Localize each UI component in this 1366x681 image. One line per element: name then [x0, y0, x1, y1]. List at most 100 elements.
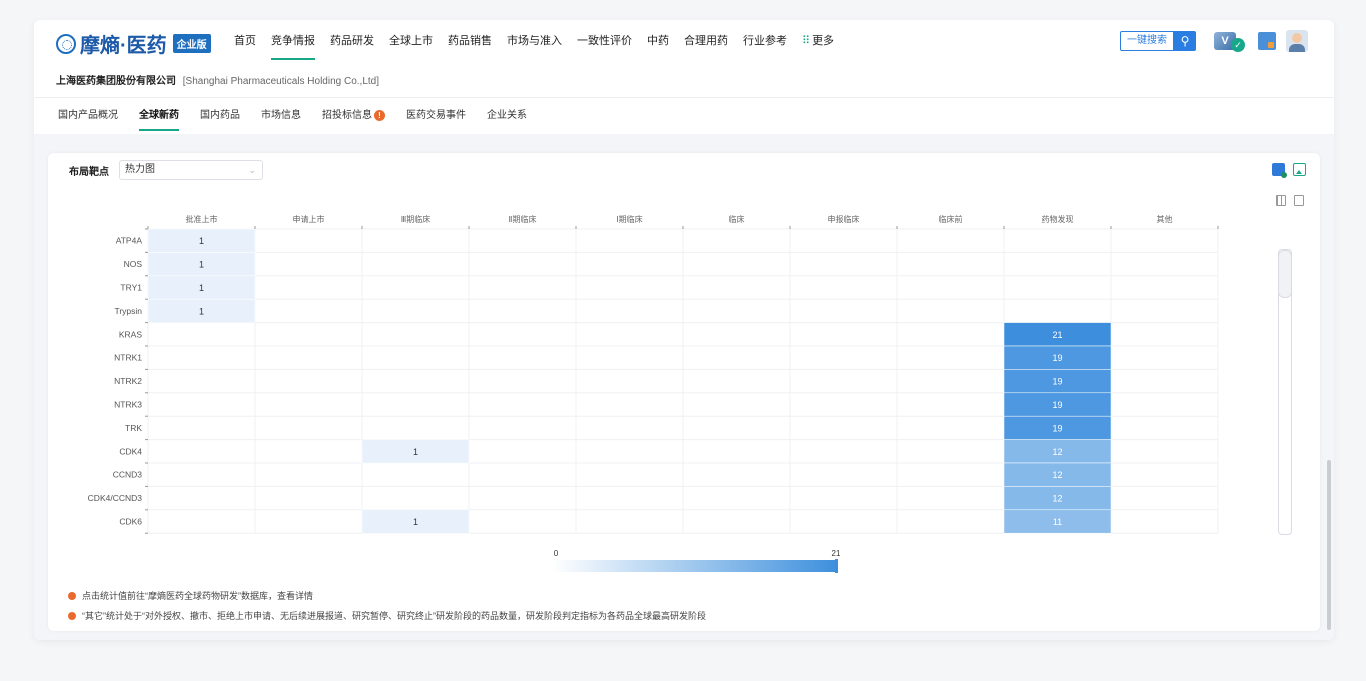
- x-tick-label: 药物发现: [1042, 214, 1074, 224]
- excel-export-icon[interactable]: [1272, 163, 1287, 178]
- note-1: 点击统计值前往“摩熵医药全球药物研发”数据库，查看详情: [68, 589, 706, 602]
- cell-value[interactable]: 12: [1052, 470, 1062, 480]
- y-tick-label: NTRK3: [114, 400, 142, 410]
- subtab-5[interactable]: 医药交易事件: [406, 98, 466, 134]
- chart-scroll-thumb[interactable]: [1278, 250, 1292, 298]
- y-tick-label: CCND3: [113, 470, 143, 480]
- cell-value[interactable]: 19: [1052, 400, 1062, 410]
- x-tick-label: 临床前: [939, 214, 963, 224]
- visual-map-handle[interactable]: [835, 559, 838, 573]
- chevron-down-icon: ⌄: [248, 165, 256, 175]
- company-title: 上海医药集团股份有限公司 [Shanghai Pharmaceuticals H…: [56, 72, 379, 87]
- subtab-4[interactable]: 招投标信息!: [322, 98, 385, 134]
- quick-search-button[interactable]: 一键搜索 ⚲: [1120, 31, 1196, 51]
- cell-value[interactable]: 12: [1052, 494, 1062, 504]
- note-2-text: “其它”统计处于“对外授权、撤市、拒绝上市申请、无后续进展报道、研究暂停、研究终…: [82, 611, 706, 621]
- cell-value[interactable]: 1: [413, 517, 418, 527]
- nav-item-1[interactable]: 竞争情报: [271, 20, 315, 62]
- nav-item-more[interactable]: ⠿ 更多: [802, 20, 834, 62]
- cell-value[interactable]: 1: [199, 283, 204, 293]
- logo[interactable]: 摩熵·医药 企业版: [56, 29, 211, 58]
- chart-type-select[interactable]: 热力图 ⌄: [119, 160, 263, 180]
- subtab-label: 招投标信息: [322, 110, 372, 121]
- cell-value[interactable]: 1: [413, 447, 418, 457]
- user-tools: V ✓: [1214, 30, 1308, 52]
- grid-dots-icon: ⠿: [802, 35, 811, 47]
- card-label: 布局靶点: [69, 166, 109, 178]
- y-tick-label: NTRK1: [114, 353, 142, 363]
- y-tick-label: NOS: [124, 259, 143, 269]
- visual-map-min-label: 0: [554, 549, 559, 558]
- image-export-icon[interactable]: [1293, 163, 1306, 176]
- x-tick-label: Ⅲ期临床: [401, 214, 431, 224]
- y-tick-label: KRAS: [119, 329, 142, 339]
- cell-value[interactable]: 1: [199, 236, 204, 246]
- note-1-text: 点击统计值前往“摩熵医药全球药物研发”数据库，查看详情: [82, 591, 313, 601]
- cell-value[interactable]: 1: [199, 306, 204, 316]
- subtab-label: 全球新药: [139, 110, 179, 121]
- cell-value[interactable]: 19: [1052, 423, 1062, 433]
- nav-item-5[interactable]: 市场与准入: [507, 20, 562, 62]
- nav-more-label: 更多: [812, 35, 835, 47]
- heatmap-svg: 111121191919191 1212121 11批准上市 申请上市 Ⅲ期临床 Ⅱ期临床…: [88, 214, 1219, 573]
- quick-search-label: 一键搜索: [1120, 31, 1174, 51]
- target-layout-card: 1 1 1 1 21 19 19 19 19 1 12 12 12 1 11 批准上市 申请上市 Ⅲ期临床 Ⅱ期临床…: [48, 153, 1320, 631]
- main-nav: 首页 竞争情报 药品研发 全球上市 药品销售 市场与准入 一致性评价 中药 合理用药 行业参考 ⠿ 更…: [234, 20, 849, 62]
- subtab-3[interactable]: 市场信息: [261, 98, 301, 134]
- nav-item-0[interactable]: 首页: [234, 20, 256, 62]
- visual-map-bar[interactable]: [552, 560, 838, 572]
- cell-value[interactable]: 21: [1052, 330, 1062, 340]
- subtab-0[interactable]: 国内产品概况: [58, 98, 118, 134]
- page: 摩熵·医药 企业版 首页 竞争情报 药品研发 全球上市 药品销售 市场与准入 一致性评价 中药…: [34, 20, 1334, 640]
- avatar[interactable]: [1286, 30, 1308, 52]
- y-tick-label: NTRK2: [114, 376, 142, 386]
- page-scrollbar[interactable]: [1327, 460, 1331, 630]
- sub-tabs: 国内产品概况 全球新药 国内药品 市场信息 招投标信息! 医药交易事件 企业关系: [58, 98, 548, 134]
- edition-badge: 企业版: [172, 34, 211, 53]
- nav-item-2[interactable]: 药品研发: [330, 20, 374, 62]
- vip-badge[interactable]: V ✓: [1214, 30, 1248, 52]
- top-navbar: 摩熵·医药 企业版 首页 竞争情报 药品研发 全球上市 药品销售 市场与准入 一致性评价 中药…: [34, 20, 1334, 62]
- warning-icon: !: [374, 109, 385, 121]
- x-tick-label: Ⅱ期临床: [509, 214, 537, 224]
- card-header: 布局靶点 热力图 ⌄: [69, 160, 263, 180]
- chart-scrollbar[interactable]: [1278, 249, 1292, 535]
- visual-map-max-label: 21: [832, 549, 841, 558]
- y-tick-label: TRY1: [120, 283, 142, 293]
- y-tick-label: ATP4A: [116, 236, 143, 246]
- subtab-1[interactable]: 全球新药: [139, 98, 179, 134]
- nav-item-6[interactable]: 一致性评价: [577, 20, 632, 62]
- nav-item-8[interactable]: 合理用药: [684, 20, 728, 62]
- cell-value[interactable]: 19: [1052, 377, 1062, 387]
- subtab-label: 国内药品: [200, 110, 240, 121]
- check-icon: ✓: [1231, 38, 1245, 52]
- subtab-2[interactable]: 国内药品: [200, 98, 240, 134]
- x-tick-label: 临床: [729, 214, 745, 224]
- subtab-label: 医药交易事件: [406, 110, 466, 121]
- nav-item-7[interactable]: 中药: [647, 20, 669, 62]
- data-view-icon[interactable]: [1276, 195, 1286, 206]
- cell-value[interactable]: 12: [1052, 447, 1062, 457]
- cell-value[interactable]: 1: [199, 260, 204, 270]
- logo-text: 摩熵·医药: [80, 35, 167, 57]
- cell-value[interactable]: 19: [1052, 353, 1062, 363]
- company-name-cn: 上海医药集团股份有限公司: [56, 76, 176, 87]
- nav-item-4[interactable]: 药品销售: [448, 20, 492, 62]
- document-icon[interactable]: [1294, 195, 1304, 206]
- subtab-label: 国内产品概况: [58, 110, 118, 121]
- chart-toolbox: [1268, 195, 1304, 206]
- book-icon[interactable]: [1258, 32, 1276, 50]
- cell-value[interactable]: 11: [1053, 517, 1062, 527]
- y-tick-label: Trypsin: [114, 306, 142, 316]
- subtab-label: 市场信息: [261, 110, 301, 121]
- note-2: “其它”统计处于“对外授权、撤市、拒绝上市申请、无后续进展报道、研究暂停、研究终…: [68, 609, 706, 622]
- x-tick-label: 申请上市: [293, 214, 325, 224]
- nav-item-3[interactable]: 全球上市: [389, 20, 433, 62]
- nav-item-9[interactable]: 行业参考: [743, 20, 787, 62]
- subtab-6[interactable]: 企业关系: [487, 98, 527, 134]
- card-tools: [1264, 163, 1306, 178]
- info-dot-icon: [68, 611, 76, 620]
- x-tick-label: 申报临床: [828, 214, 860, 224]
- x-tick-label: 其他: [1157, 214, 1173, 224]
- heatmap-chart: 1 1 1 1 21 19 19 19 19 1 12 12 12 1 11 批准上市 申请上市 Ⅲ期临床 Ⅱ期临床…: [48, 153, 1320, 631]
